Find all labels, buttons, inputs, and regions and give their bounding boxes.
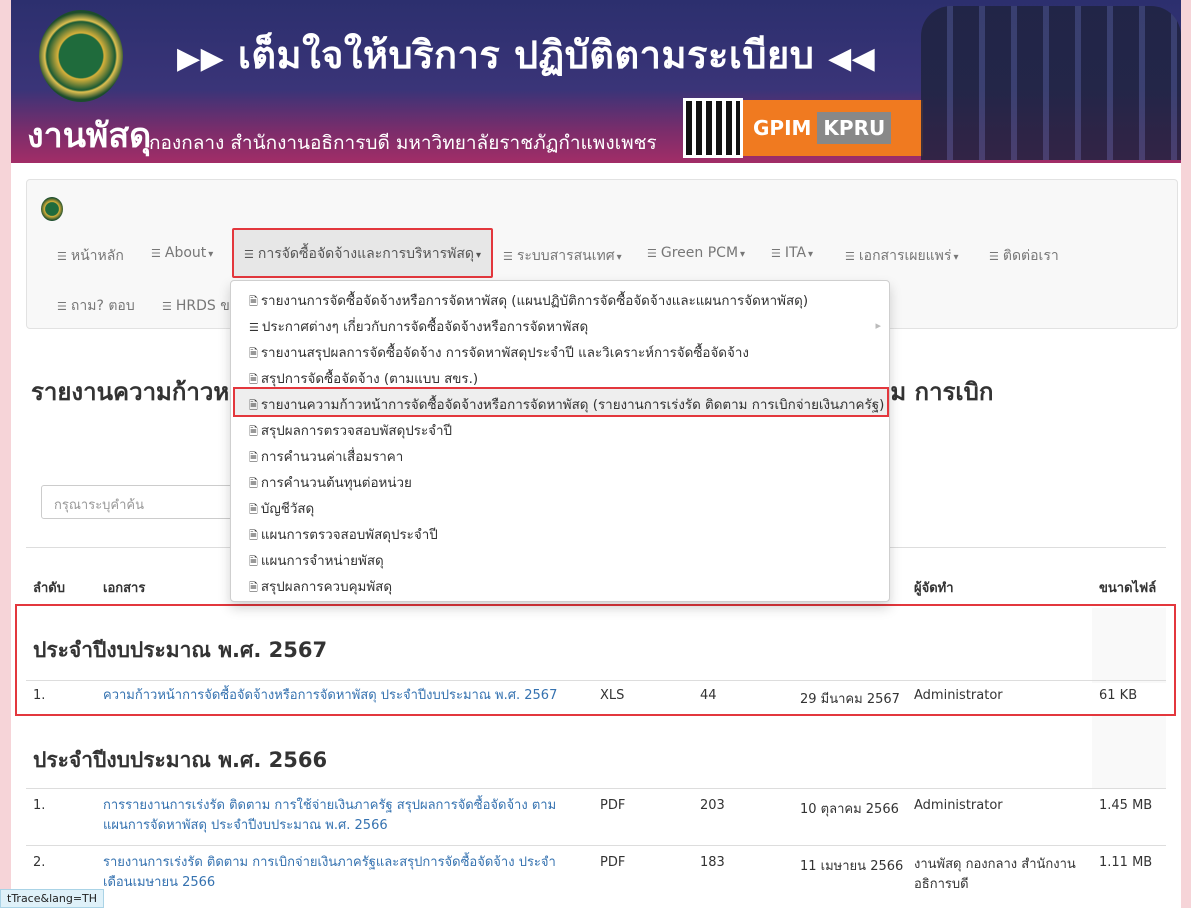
caret-down-icon: ▾ bbox=[476, 250, 482, 261]
menu-item-material-account[interactable]: 🗎 บัญชีวัสดุ bbox=[249, 498, 314, 520]
file-icon: 🗎 bbox=[249, 373, 258, 386]
layers-icon: ☰ bbox=[503, 250, 513, 263]
file-type: PDF bbox=[600, 855, 626, 870]
row-number: 2. bbox=[33, 855, 46, 870]
file-icon: 🗎 bbox=[249, 347, 258, 360]
nav-publications[interactable]: ☰ เอกสารเผยแพร่ ▾ bbox=[845, 245, 958, 267]
menu-item-depreciation[interactable]: 🗎 การคำนวนค่าเสื่อมราคา bbox=[249, 446, 403, 468]
upload-date: 10 ตุลาคม 2566 bbox=[800, 802, 899, 817]
layers-icon: ☰ bbox=[57, 300, 67, 313]
col-header-size[interactable]: ขนาดไฟล์ bbox=[1099, 577, 1156, 598]
layers-icon: ☰ bbox=[162, 300, 172, 313]
nav-green-pcm[interactable]: ☰ Green PCM ▾ bbox=[647, 245, 745, 261]
menu-item-control-summary[interactable]: 🗎 สรุปผลการควบคุมพัสดุ bbox=[249, 576, 392, 598]
nav-info-systems[interactable]: ☰ ระบบสารสนเทศ ▾ bbox=[503, 245, 622, 267]
caret-down-icon: ▾ bbox=[740, 249, 746, 260]
menu-item-annual-inspection[interactable]: 🗎 สรุปผลการตรวจสอบพัสดุประจำปี bbox=[249, 420, 452, 442]
row-divider bbox=[26, 845, 1166, 846]
slogan-text: เต็มใจให้บริการ ปฏิบัติตามระเบียบ bbox=[237, 33, 815, 77]
file-icon: 🗎 bbox=[249, 555, 258, 568]
page: ▶▶ เต็มใจให้บริการ ปฏิบัติตามระเบียบ ◀◀ … bbox=[11, 0, 1181, 908]
search-input[interactable]: กรุณาระบุคำค้น bbox=[41, 485, 241, 519]
menu-item-inspection-plan[interactable]: 🗎 แผนการตรวจสอบพัสดุประจำปี bbox=[249, 524, 438, 546]
chevron-right-icon: ▸ bbox=[875, 319, 881, 332]
menu-item-announcements[interactable]: ☰ ประกาศต่างๆ เกี่ยวกับการจัดซื้อจัดจ้างห… bbox=[249, 316, 588, 337]
author: งานพัสดุ กองกลาง สำนักงาน อธิการบดี bbox=[914, 857, 1076, 892]
arrow-right-icon: ▶▶ bbox=[177, 41, 225, 76]
menu-item-procurement-plan[interactable]: 🗎 รายงานการจัดซื้อจัดจ้างหรือการจัดหาพัสด… bbox=[249, 290, 808, 312]
file-icon: 🗎 bbox=[249, 503, 258, 516]
procurement-dropdown-menu: 🗎 รายงานการจัดซื้อจัดจ้างหรือการจัดหาพัสด… bbox=[230, 280, 890, 602]
file-icon: 🗎 bbox=[249, 399, 258, 412]
banner-slogan: ▶▶ เต็มใจให้บริการ ปฏิบัติตามระเบียบ ◀◀ bbox=[177, 24, 875, 85]
menu-item-unit-cost[interactable]: 🗎 การคำนวนต้นทุนต่อหน่วย bbox=[249, 472, 412, 494]
layers-icon: ☰ bbox=[57, 250, 67, 263]
file-icon: 🗎 bbox=[249, 529, 258, 542]
banner-org-subtitle: กองกลาง สำนักงานอธิการบดี มหาวิทยาลัยราช… bbox=[149, 132, 657, 154]
nav-hrds[interactable]: ☰ HRDS ขอ bbox=[162, 295, 238, 317]
row-number: 1. bbox=[33, 798, 46, 813]
nav-contact[interactable]: ☰ ติดต่อเรา bbox=[989, 245, 1059, 267]
file-icon: 🗎 bbox=[249, 477, 258, 490]
caret-down-icon: ▾ bbox=[208, 249, 214, 260]
university-seal-logo bbox=[39, 10, 123, 102]
layers-icon: ☰ bbox=[249, 321, 259, 334]
upload-date: 11 เมษายน 2566 bbox=[800, 859, 904, 874]
file-type: PDF bbox=[600, 798, 626, 813]
banner-org-name: งานพัสดุ bbox=[27, 116, 152, 156]
file-size: 1.45 MB bbox=[1099, 798, 1153, 813]
file-size: 1.11 MB bbox=[1099, 855, 1153, 870]
layers-icon: ☰ bbox=[845, 250, 855, 263]
navbar-logo[interactable] bbox=[41, 197, 63, 221]
view-count: 203 bbox=[700, 798, 725, 813]
staff-photo bbox=[921, 6, 1181, 160]
qr-code bbox=[683, 98, 743, 158]
author: Administrator bbox=[914, 798, 1003, 813]
header-banner: ▶▶ เต็มใจให้บริการ ปฏิบัติตามระเบียบ ◀◀ … bbox=[11, 0, 1181, 163]
caret-down-icon: ▾ bbox=[953, 252, 959, 263]
file-icon: 🗎 bbox=[249, 451, 258, 464]
caret-down-icon: ▾ bbox=[616, 252, 622, 263]
size-column-band bbox=[1092, 716, 1166, 788]
view-count: 183 bbox=[700, 855, 725, 870]
nav-ita[interactable]: ☰ ITA ▾ bbox=[771, 245, 813, 261]
nav-faq[interactable]: ☰ ถาม? ตอบ bbox=[57, 295, 135, 317]
nav-about[interactable]: ☰ About ▾ bbox=[151, 245, 213, 261]
document-link[interactable]: การรายงานการเร่งรัด ติดตาม การใช้จ่ายเงิ… bbox=[103, 796, 556, 836]
caret-down-icon: ▾ bbox=[808, 249, 814, 260]
file-icon: 🗎 bbox=[249, 295, 258, 308]
menu-item-progress-report[interactable]: 🗎 รายงานความก้าวหน้าการจัดซื้อจัดจ้างหรือ… bbox=[233, 387, 889, 417]
file-icon: 🗎 bbox=[249, 581, 258, 594]
highlight-box-2567 bbox=[15, 604, 1176, 716]
document-link[interactable]: รายงานการเร่งรัด ติดตาม การเบิกจ่ายเงินภ… bbox=[103, 853, 556, 893]
gpim-badge: GPIM KPRU bbox=[743, 100, 923, 156]
layers-icon: ☰ bbox=[647, 247, 657, 260]
layers-icon: ☰ bbox=[989, 250, 999, 263]
layers-icon: ☰ bbox=[771, 247, 781, 260]
file-icon: 🗎 bbox=[249, 425, 258, 438]
menu-item-disposal-plan[interactable]: 🗎 แผนการจำหน่ายพัสดุ bbox=[249, 550, 384, 572]
menu-item-annual-summary[interactable]: 🗎 รายงานสรุปผลการจัดซื้อจัดจ้าง การจัดหาพ… bbox=[249, 342, 749, 364]
arrow-left-icon: ◀◀ bbox=[828, 41, 876, 76]
layers-icon: ☰ bbox=[151, 247, 161, 260]
col-header-doc[interactable]: เอกสาร bbox=[103, 577, 145, 598]
col-header-no[interactable]: ลำดับ bbox=[33, 577, 65, 598]
nav-home[interactable]: ☰ หน้าหลัก bbox=[57, 245, 124, 267]
status-bar-url: tTrace&lang=TH bbox=[0, 889, 105, 908]
row-divider bbox=[26, 788, 1166, 789]
layers-icon: ☰ bbox=[244, 248, 254, 261]
nav-procurement[interactable]: ☰ การจัดซื้อจัดจ้างและการบริหารพัสดุ ▾ bbox=[232, 228, 494, 278]
col-header-author[interactable]: ผู้จัดทำ bbox=[914, 577, 954, 598]
year-heading-2566: ประจำปีงบประมาณ พ.ศ. 2566 bbox=[33, 748, 328, 772]
